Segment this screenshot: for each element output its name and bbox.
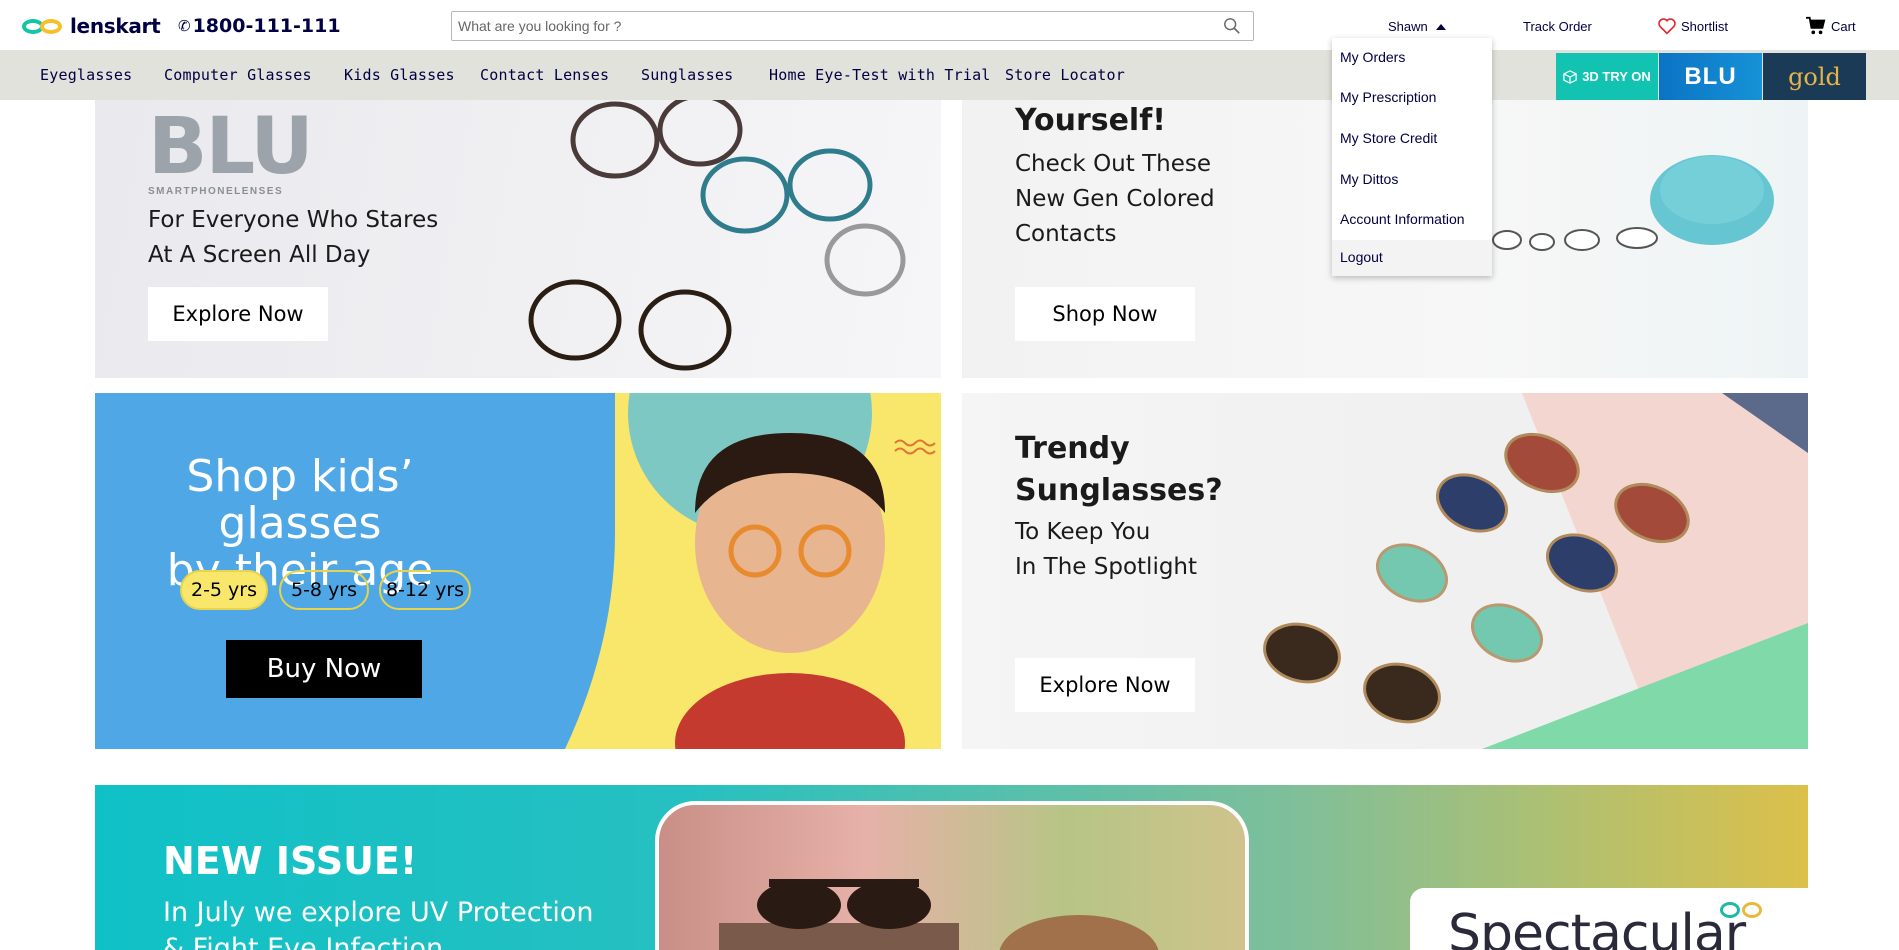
blu-tile-label: BLU: [1684, 62, 1737, 90]
contacts-heading: Yourself!: [1015, 103, 1166, 138]
kids-banner[interactable]: Shop kids’ glasses by their age 2-5 yrs …: [95, 393, 941, 749]
blu-line-1: For Everyone Who Stares: [148, 207, 439, 233]
blu-logo: BLU SMARTPHONELENSES: [148, 102, 314, 197]
nav-computer-glasses[interactable]: Computer Glasses: [164, 66, 312, 84]
search-icon[interactable]: [1223, 17, 1241, 35]
new-issue-banner[interactable]: NEW ISSUE! In July we explore UV Protect…: [95, 785, 1808, 950]
sunglasses-explore-label: Explore Now: [1039, 673, 1171, 697]
blu-logo-text: BLU: [148, 102, 314, 192]
3d-try-on-button[interactable]: 3D TRY ON: [1556, 53, 1658, 100]
sunglasses-on-books-image: [719, 879, 1159, 950]
blu-banner[interactable]: BLU SMARTPHONELENSES For Everyone Who St…: [95, 100, 941, 378]
contacts-line-3: Contacts: [1015, 221, 1117, 247]
nav-store-locator[interactable]: Store Locator: [1005, 66, 1125, 84]
phone-number[interactable]: ✆ 1800-111-111: [178, 15, 341, 37]
kids-line-1: Shop kids’ glasses: [186, 451, 414, 549]
gold-tile-label: gold: [1788, 62, 1841, 91]
lenskart-logo[interactable]: lenskart: [22, 14, 161, 38]
blu-tile[interactable]: BLU: [1659, 53, 1762, 100]
dropdown-my-prescription[interactable]: My Prescription: [1332, 80, 1492, 116]
spectacular-badge: Spectacular: [1410, 888, 1808, 950]
account-dropdown: My Orders My Prescription My Store Credi…: [1332, 38, 1492, 276]
nav-sunglasses[interactable]: Sunglasses: [641, 66, 733, 84]
logo-text: lenskart: [70, 14, 161, 38]
sunglasses-line-1: To Keep You: [1015, 519, 1151, 545]
contacts-banner-copy: Check Out These New Gen Colored Contacts: [1015, 147, 1215, 252]
shortlist-label: Shortlist: [1681, 18, 1728, 34]
contacts-shop-label: Shop Now: [1052, 302, 1158, 326]
sunglasses-heading-2: Sunglasses?: [1015, 473, 1223, 508]
phone-icon: ✆: [178, 17, 191, 35]
age-pill-2-5[interactable]: 2-5 yrs: [180, 570, 268, 610]
top-bar: lenskart ✆ 1800-111-111 Shawn Track Orde…: [0, 0, 1899, 50]
nav-kids-glasses[interactable]: Kids Glasses: [344, 66, 455, 84]
nav-contact-lenses[interactable]: Contact Lenses: [480, 66, 609, 84]
nav-eyeglasses[interactable]: Eyeglasses: [40, 66, 132, 84]
gold-tile[interactable]: gold: [1763, 53, 1866, 100]
age-pill-5-8[interactable]: 5-8 yrs: [279, 570, 369, 610]
dropdown-my-store-credit[interactable]: My Store Credit: [1332, 121, 1492, 157]
contacts-line-2: New Gen Colored: [1015, 186, 1215, 212]
cart-icon: [1806, 16, 1826, 35]
cart-label: Cart: [1831, 18, 1856, 34]
contacts-line-1: Check Out These: [1015, 151, 1211, 177]
blu-line-2: At A Screen All Day: [148, 242, 371, 268]
new-issue-line-2: & Fight Eye Infection: [163, 933, 444, 950]
sunglasses-copy: To Keep You In The Spotlight: [1015, 515, 1197, 585]
shortlist-link[interactable]: Shortlist: [1657, 17, 1728, 35]
sunglasses-heading: Trendy Sunglasses?: [1015, 428, 1223, 512]
user-menu-toggle[interactable]: Shawn: [1388, 19, 1446, 34]
cube-icon: [1563, 69, 1577, 84]
logo-glasses-icon: [22, 16, 64, 36]
blu-explore-label: Explore Now: [172, 302, 304, 326]
phone-text: 1800-111-111: [192, 15, 341, 37]
spectacular-text: Spectacular: [1448, 904, 1746, 950]
dropdown-logout[interactable]: Logout: [1332, 240, 1492, 276]
track-order-label: Track Order: [1523, 19, 1592, 34]
magazine-cover-image: [655, 801, 1249, 950]
heart-icon: [1658, 18, 1676, 35]
blu-explore-button[interactable]: Explore Now: [148, 287, 328, 341]
user-name: Shawn: [1388, 19, 1428, 34]
age-pill-8-12[interactable]: 8-12 yrs: [379, 570, 471, 610]
caret-up-icon: [1435, 23, 1446, 30]
spectacular-glasses-icon: [1720, 902, 1766, 920]
sunglasses-banner[interactable]: Trendy Sunglasses? To Keep You In The Sp…: [962, 393, 1808, 749]
try-on-label: 3D TRY ON: [1582, 69, 1651, 84]
sunglasses-line-2: In The Spotlight: [1015, 554, 1198, 580]
dropdown-my-orders[interactable]: My Orders: [1332, 40, 1492, 76]
blu-banner-copy: For Everyone Who Stares At A Screen All …: [148, 203, 438, 273]
sunglasses-heading-1: Trendy: [1015, 431, 1130, 466]
kids-buy-label: Buy Now: [266, 654, 382, 684]
nav-home-eye-test[interactable]: Home Eye-Test with Trial: [769, 66, 991, 84]
sunglasses-explore-button[interactable]: Explore Now: [1015, 658, 1195, 712]
contacts-shop-button[interactable]: Shop Now: [1015, 287, 1195, 341]
dropdown-account-information[interactable]: Account Information: [1332, 202, 1492, 238]
new-issue-heading: NEW ISSUE!: [163, 839, 418, 883]
cart-link[interactable]: Cart: [1805, 16, 1856, 36]
search-box: [451, 11, 1254, 41]
eyeglasses-image: [528, 100, 906, 371]
kids-buy-button[interactable]: Buy Now: [226, 640, 422, 698]
search-input[interactable]: [452, 12, 1212, 40]
new-issue-copy: In July we explore UV Protection & Fight…: [163, 895, 593, 950]
new-issue-line-1: In July we explore UV Protection: [163, 897, 594, 928]
track-order-link[interactable]: Track Order: [1523, 19, 1592, 34]
dropdown-my-dittos[interactable]: My Dittos: [1332, 162, 1492, 198]
